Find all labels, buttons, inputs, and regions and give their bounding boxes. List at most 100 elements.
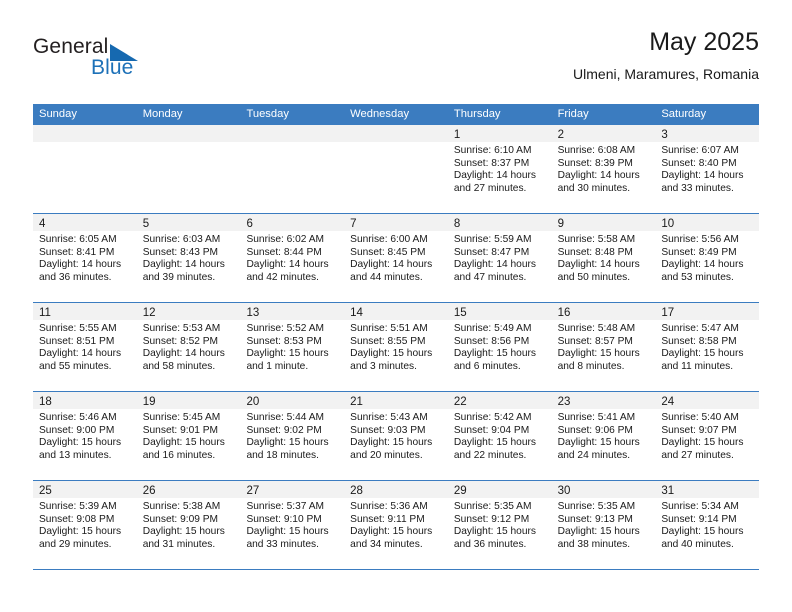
calendar-day-cell[interactable]: 16 Sunrise: 5:48 AM Sunset: 8:57 PM Dayligh…: [551, 303, 656, 391]
day-sun-info: Sunrise: 5:39 AM Sunset: 9:08 PM Daylight:…: [33, 498, 137, 551]
day-number-band: 3: [655, 125, 760, 142]
day-sun-info: Sunrise: 5:40 AM Sunset: 9:07 PM Daylight:…: [655, 409, 759, 462]
sunrise-text: Sunrise: 6:00 AM: [350, 234, 428, 245]
day-sun-info: Sunrise: 5:59 AM Sunset: 8:47 PM Daylight:…: [448, 231, 552, 284]
day-sun-info: Sunrise: 5:41 AM Sunset: 9:06 PM Daylight:…: [552, 409, 656, 462]
calendar-day-cell[interactable]: 20 Sunrise: 5:44 AM Sunset: 9:02 PM Dayligh…: [240, 392, 345, 480]
daylight-text-line1: Daylight: 15 hours: [39, 526, 122, 538]
sunset-text: Sunset: 8:52 PM: [142, 335, 219, 347]
sunset-text: Sunset: 9:04 PM: [453, 424, 530, 436]
calendar-day-cell[interactable]: 24 Sunrise: 5:40 AM Sunset: 9:07 PM Dayligh…: [655, 392, 760, 480]
daylight-text-line1: Daylight: 14 hours: [557, 170, 640, 182]
calendar-day-cell[interactable]: 18 Sunrise: 5:46 AM Sunset: 9:00 PM Dayligh…: [33, 392, 137, 480]
general-blue-logo[interactable]: General Blue: [33, 36, 253, 92]
page-subtitle-location: Ulmeni, Maramures, Romania: [573, 65, 759, 82]
sunset-text: Sunset: 8:57 PM: [557, 335, 633, 347]
calendar-day-cell[interactable]: 9 Sunrise: 5:58 AM Sunset: 8:48 PM Daylight…: [551, 214, 656, 302]
calendar-day-cell[interactable]: 15 Sunrise: 5:49 AM Sunset: 8:56 PM Dayligh…: [447, 303, 552, 391]
calendar-day-cell[interactable]: 23 Sunrise: 5:41 AM Sunset: 9:06 PM Dayligh…: [551, 392, 656, 480]
day-number: 29: [453, 485, 467, 497]
day-number-band: 7: [344, 214, 448, 231]
daylight-text-line2: and 42 minutes.: [246, 271, 319, 283]
day-sun-info: Sunrise: 5:53 AM Sunset: 8:52 PM Daylight:…: [137, 320, 241, 373]
daylight-text-line1: Daylight: 15 hours: [557, 348, 640, 360]
calendar-day-cell[interactable]: 10 Sunrise: 5:56 AM Sunset: 8:49 PM Dayligh…: [655, 214, 760, 302]
calendar-day-cell[interactable]: 17 Sunrise: 5:47 AM Sunset: 8:58 PM Dayligh…: [655, 303, 760, 391]
sunrise-text: Sunrise: 5:45 AM: [142, 412, 221, 423]
day-number-band: 26: [136, 481, 241, 498]
sunset-text: Sunset: 8:49 PM: [661, 246, 737, 258]
daylight-text-line2: and 1 minute.: [246, 360, 309, 372]
calendar-day-cell[interactable]: 2 Sunrise: 6:08 AM Sunset: 8:39 PM Daylight…: [551, 125, 656, 213]
calendar-day-cell[interactable]: 22 Sunrise: 5:42 AM Sunset: 9:04 PM Dayligh…: [447, 392, 552, 480]
daylight-text-line1: Daylight: 15 hours: [246, 348, 329, 360]
day-sun-info: Sunrise: 5:35 AM Sunset: 9:12 PM Daylight:…: [448, 498, 552, 551]
sunrise-text: Sunrise: 5:48 AM: [557, 323, 636, 334]
calendar-day-cell[interactable]: 19 Sunrise: 5:45 AM Sunset: 9:01 PM Dayligh…: [136, 392, 241, 480]
calendar-day-cell[interactable]: 1 Sunrise: 6:10 AM Sunset: 8:37 PM Daylight…: [447, 125, 552, 213]
calendar-day-cell[interactable]: 31 Sunrise: 5:34 AM Sunset: 9:14 PM Dayligh…: [655, 481, 760, 569]
day-number-band: 15: [447, 303, 552, 320]
sunset-text: Sunset: 9:00 PM: [39, 424, 115, 436]
sunset-text: Sunset: 8:37 PM: [453, 157, 530, 169]
sunrise-text: Sunrise: 5:36 AM: [350, 501, 428, 512]
sunrise-text: Sunrise: 5:35 AM: [557, 501, 636, 512]
sunset-text: Sunset: 9:01 PM: [142, 424, 219, 436]
day-number-band: [33, 125, 137, 142]
calendar-day-cell[interactable]: 3 Sunrise: 6:07 AM Sunset: 8:40 PM Daylight…: [655, 125, 760, 213]
sunset-text: Sunset: 8:45 PM: [350, 246, 426, 258]
day-number: 24: [661, 396, 675, 408]
sunrise-text: Sunrise: 6:03 AM: [142, 234, 221, 245]
day-sun-info: Sunrise: 5:49 AM Sunset: 8:56 PM Daylight:…: [448, 320, 552, 373]
sunrise-text: Sunrise: 5:55 AM: [39, 323, 117, 334]
sunrise-text: Sunrise: 5:34 AM: [661, 501, 739, 512]
calendar-day-cell[interactable]: 14 Sunrise: 5:51 AM Sunset: 8:55 PM Dayligh…: [344, 303, 448, 391]
weekday-header-tuesday: Tuesday: [246, 108, 289, 120]
calendar-day-cell[interactable]: 28 Sunrise: 5:36 AM Sunset: 9:11 PM Dayligh…: [344, 481, 448, 569]
calendar-week-row: 18 Sunrise: 5:46 AM Sunset: 9:00 PM Dayligh…: [33, 392, 760, 481]
daylight-text-line2: and 31 minutes.: [142, 538, 216, 550]
daylight-text-line2: and 6 minutes.: [453, 360, 521, 372]
sunset-text: Sunset: 9:13 PM: [557, 513, 633, 525]
weekday-header-saturday: Saturday: [661, 108, 707, 120]
day-sun-info: Sunrise: 6:03 AM Sunset: 8:43 PM Daylight:…: [137, 231, 241, 284]
day-number: 26: [142, 485, 156, 497]
calendar-day-cell[interactable]: 5 Sunrise: 6:03 AM Sunset: 8:43 PM Daylight…: [136, 214, 241, 302]
sunrise-text: Sunrise: 5:52 AM: [246, 323, 325, 334]
day-number: 15: [453, 307, 467, 319]
day-number: 20: [246, 396, 260, 408]
sunrise-text: Sunrise: 5:35 AM: [453, 501, 532, 512]
calendar-day-cell[interactable]: 26 Sunrise: 5:38 AM Sunset: 9:09 PM Dayligh…: [136, 481, 241, 569]
daylight-text-line1: Daylight: 15 hours: [661, 526, 744, 538]
weekday-header-friday: Friday: [557, 108, 589, 120]
calendar-day-cell[interactable]: 7 Sunrise: 6:00 AM Sunset: 8:45 PM Daylight…: [344, 214, 448, 302]
calendar-day-cell[interactable]: 30 Sunrise: 5:35 AM Sunset: 9:13 PM Dayligh…: [551, 481, 656, 569]
calendar-day-cell[interactable]: 12 Sunrise: 5:53 AM Sunset: 8:52 PM Dayligh…: [136, 303, 241, 391]
day-number-band: 5: [136, 214, 241, 231]
calendar-day-cell[interactable]: 4 Sunrise: 6:05 AM Sunset: 8:41 PM Daylight…: [33, 214, 137, 302]
calendar-day-cell[interactable]: 11 Sunrise: 5:55 AM Sunset: 8:51 PM Dayligh…: [33, 303, 137, 391]
day-number-band: 13: [240, 303, 345, 320]
calendar-day-cell[interactable]: 8 Sunrise: 5:59 AM Sunset: 8:47 PM Daylight…: [447, 214, 552, 302]
calendar-day-cell[interactable]: 25 Sunrise: 5:39 AM Sunset: 9:08 PM Dayligh…: [33, 481, 137, 569]
sunrise-text: Sunrise: 5:58 AM: [557, 234, 636, 245]
sunset-text: Sunset: 9:14 PM: [661, 513, 737, 525]
sunrise-text: Sunrise: 5:49 AM: [453, 323, 532, 334]
day-number-band: 6: [240, 214, 345, 231]
daylight-text-line1: Daylight: 14 hours: [453, 259, 536, 271]
sunset-text: Sunset: 8:41 PM: [39, 246, 115, 258]
day-number-band: 4: [33, 214, 137, 231]
calendar-day-cell[interactable]: 6 Sunrise: 6:02 AM Sunset: 8:44 PM Daylight…: [240, 214, 345, 302]
calendar-day-cell[interactable]: 29 Sunrise: 5:35 AM Sunset: 9:12 PM Dayligh…: [447, 481, 552, 569]
sunset-text: Sunset: 9:07 PM: [661, 424, 737, 436]
calendar-day-cell[interactable]: 13 Sunrise: 5:52 AM Sunset: 8:53 PM Dayligh…: [240, 303, 345, 391]
calendar-day-cell[interactable]: 21 Sunrise: 5:43 AM Sunset: 9:03 PM Dayligh…: [344, 392, 448, 480]
sunrise-text: Sunrise: 6:10 AM: [453, 145, 532, 156]
daylight-text-line2: and 18 minutes.: [246, 449, 319, 461]
daylight-text-line2: and 47 minutes.: [453, 271, 527, 283]
day-number-band: 11: [33, 303, 137, 320]
calendar-day-cell-empty: [240, 125, 345, 213]
daylight-text-line1: Daylight: 14 hours: [39, 259, 122, 271]
day-number: 3: [661, 129, 668, 141]
calendar-day-cell[interactable]: 27 Sunrise: 5:37 AM Sunset: 9:10 PM Dayligh…: [240, 481, 345, 569]
